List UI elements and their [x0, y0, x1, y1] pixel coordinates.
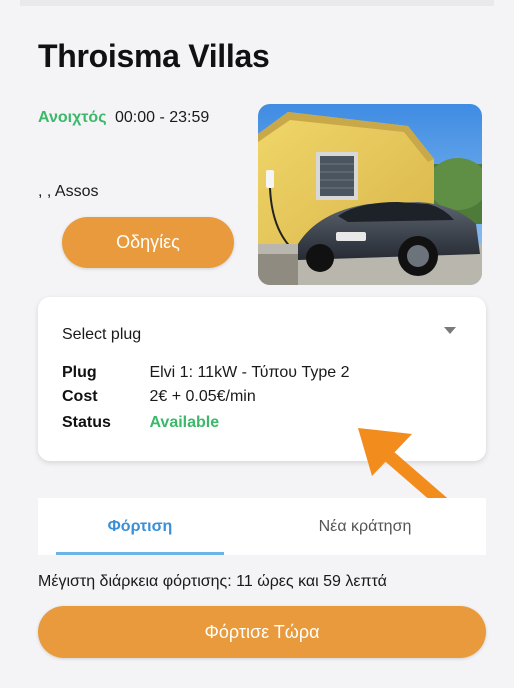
status-key: Status — [62, 414, 111, 431]
charging-station-photo-icon — [258, 104, 482, 285]
page-title: Throisma Villas — [38, 38, 270, 74]
open-status-label: Ανοιχτός — [38, 109, 107, 126]
charge-now-button[interactable]: Φόρτισε Τώρα — [38, 606, 486, 658]
plug-row: Plug Elvi 1: 11kW - Τύπου Type 2 — [62, 364, 349, 382]
plug-value: Elvi 1: 11kW - Τύπου Type 2 — [149, 364, 350, 381]
address-text: , , Assos — [38, 183, 99, 200]
status-row: Status Available — [62, 414, 219, 432]
max-duration-text: Μέγιστη διάρκεια φόρτισης: 11 ώρες και 5… — [38, 573, 387, 590]
plug-key: Plug — [62, 364, 97, 381]
status-badge: Available — [149, 414, 220, 431]
tab-bar: Φόρτιση Νέα κράτηση — [38, 498, 486, 555]
directions-button[interactable]: Οδηγίες — [62, 217, 234, 268]
select-plug-label[interactable]: Select plug — [62, 326, 141, 344]
top-strip — [20, 0, 494, 6]
hours-text: 00:00 - 23:59 — [114, 109, 210, 126]
cost-row: Cost 2€ + 0.05€/min — [62, 388, 256, 406]
opening-hours: Ανοιχτός 00:00 - 23:59 — [38, 109, 209, 127]
tab-new-booking[interactable]: Νέα κράτηση — [262, 498, 468, 555]
chevron-down-icon[interactable] — [444, 327, 456, 334]
station-photo — [258, 104, 482, 285]
tab-charging[interactable]: Φόρτιση — [56, 498, 224, 555]
cost-key: Cost — [62, 388, 98, 405]
screen: Throisma Villas Ανοιχτός 00:00 - 23:59 ,… — [0, 0, 514, 688]
cost-value: 2€ + 0.05€/min — [149, 388, 256, 405]
active-tab-indicator — [56, 552, 224, 555]
